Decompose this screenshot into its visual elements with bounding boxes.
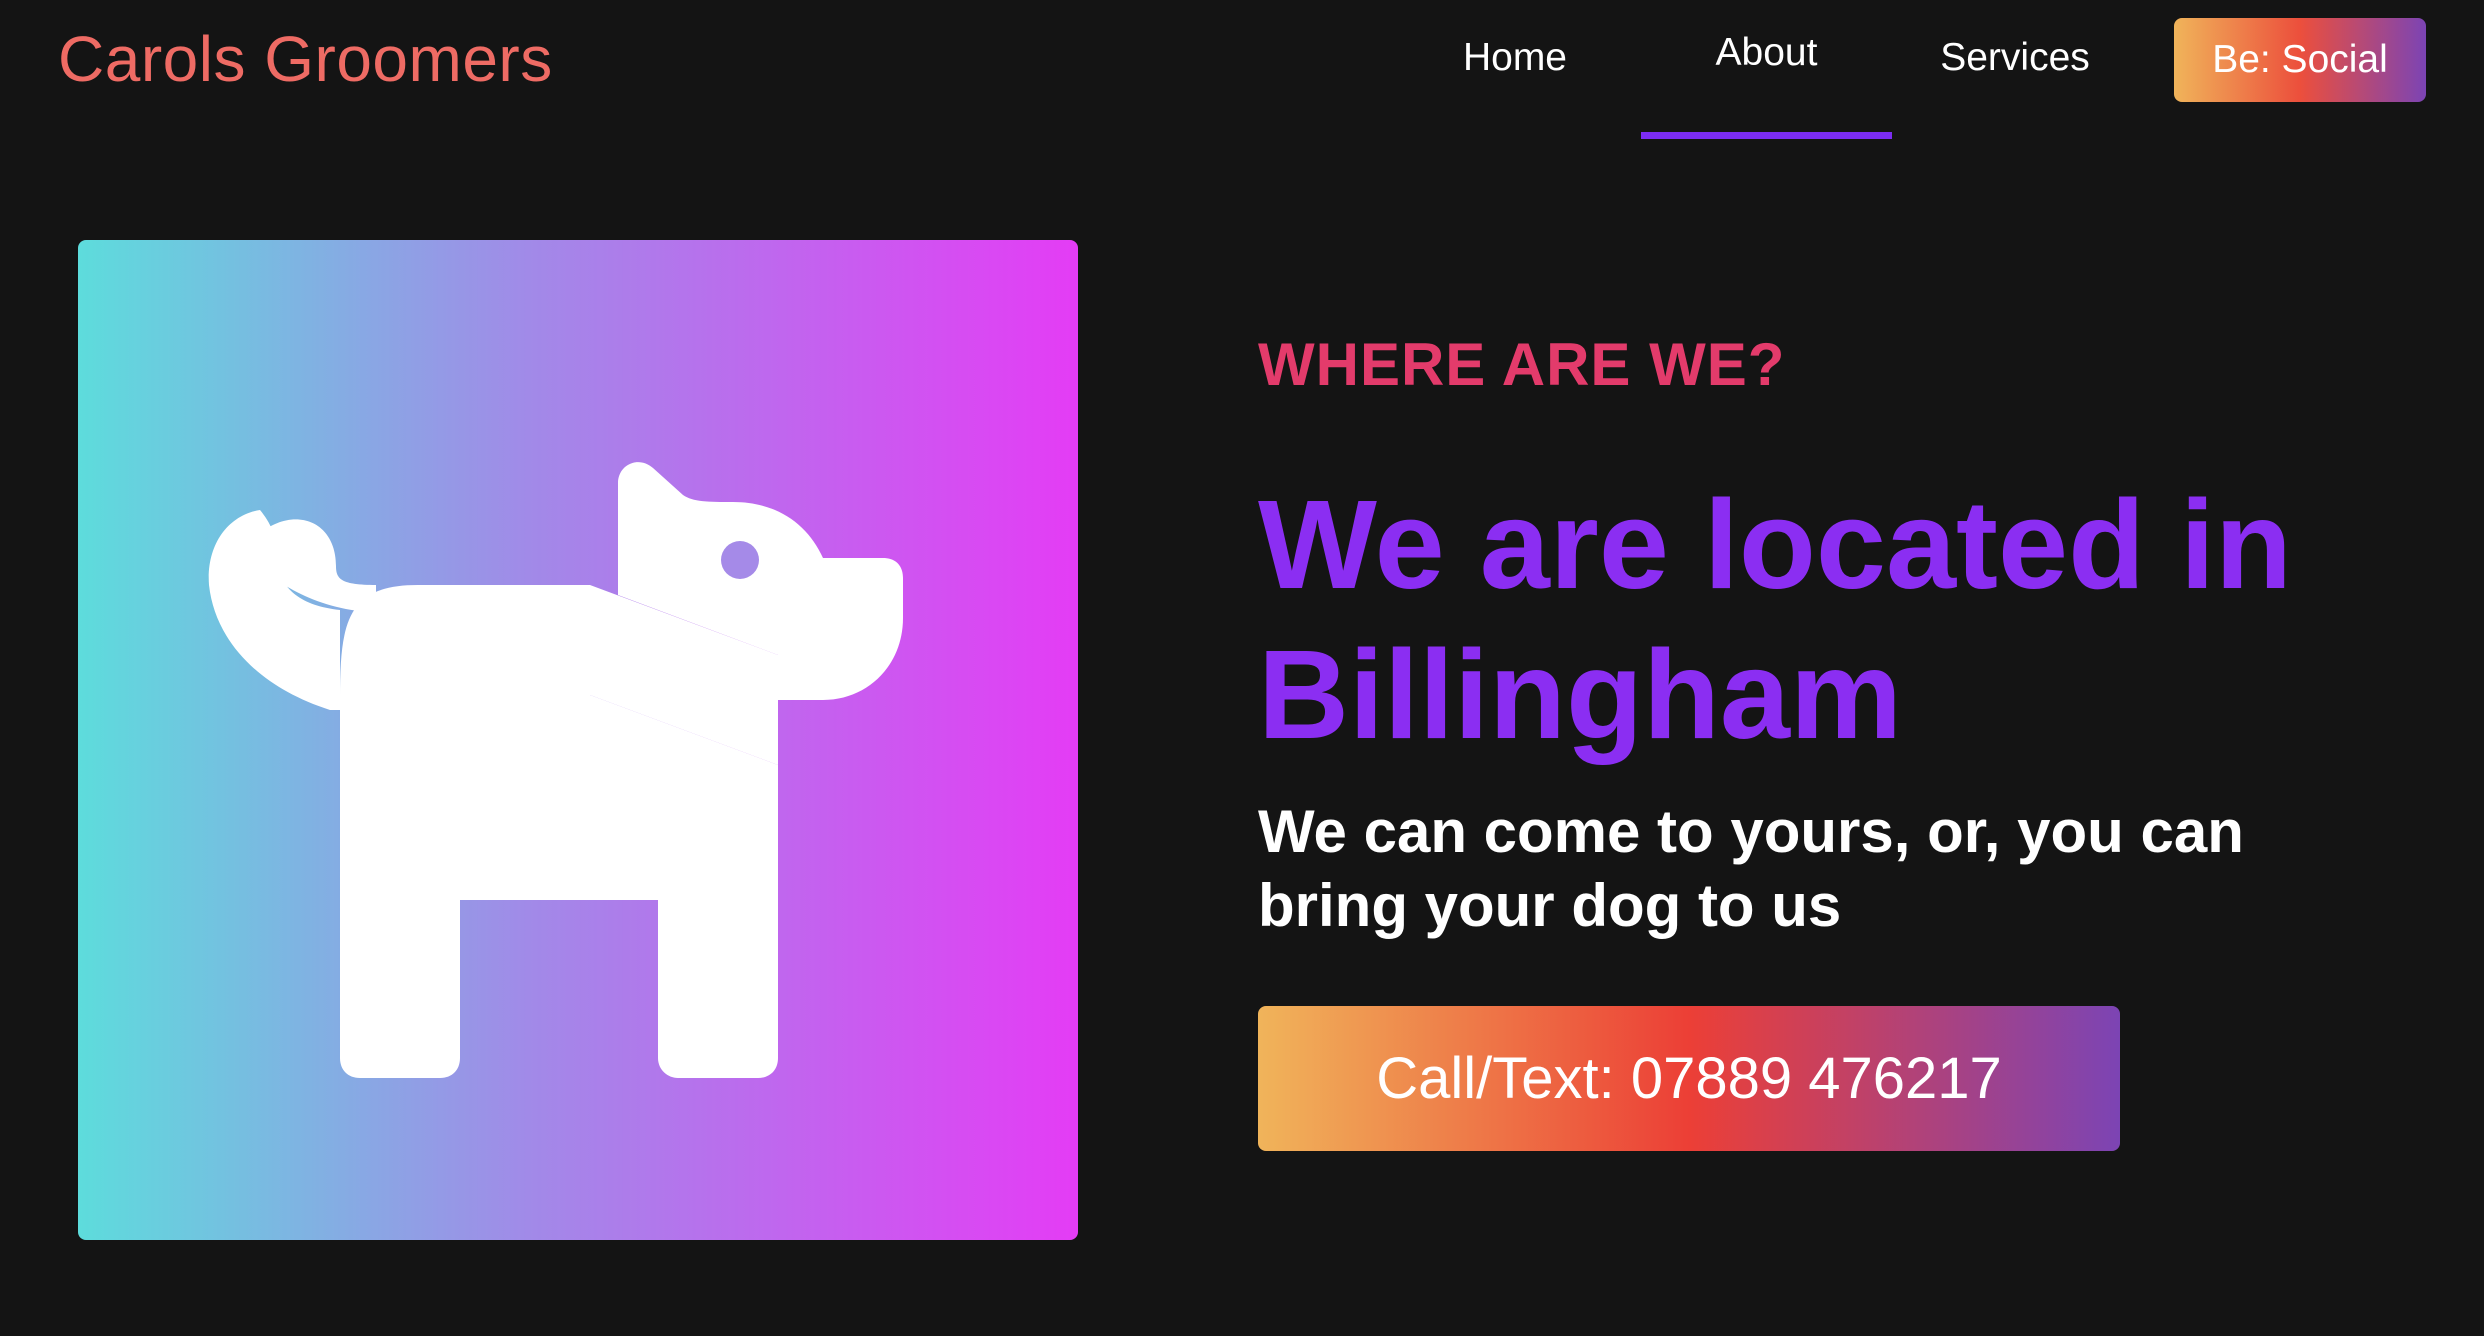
hero-image xyxy=(78,240,1078,1240)
section-eyebrow: WHERE ARE WE? xyxy=(1258,331,1786,398)
nav-home[interactable]: Home xyxy=(1425,36,1605,80)
site-logo[interactable]: Carols Groomers xyxy=(58,22,553,96)
nav-active-indicator xyxy=(1641,132,1892,139)
hero-subhead: We can come to yours, or, you can bring … xyxy=(1258,798,2244,939)
page: Carols Groomers Home About Services Be: … xyxy=(0,0,2484,1336)
call-text-button[interactable]: Call/Text: 07889 476217 xyxy=(1258,1006,2120,1151)
nav-about[interactable]: About xyxy=(1641,31,1892,75)
be-social-button[interactable]: Be: Social xyxy=(2174,18,2426,102)
nav-services[interactable]: Services xyxy=(1915,36,2115,80)
hero-headline: We are located in Billingham xyxy=(1258,474,2293,765)
dog-icon xyxy=(208,462,903,1078)
